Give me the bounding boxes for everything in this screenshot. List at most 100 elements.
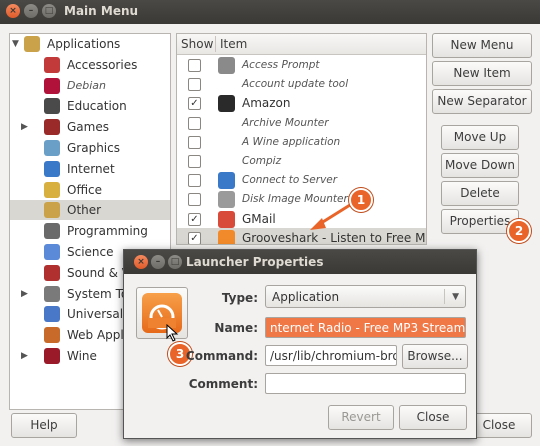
- item-icon: [218, 57, 235, 74]
- new-separator-button[interactable]: New Separator: [432, 89, 532, 114]
- move-up-button[interactable]: Move Up: [441, 125, 519, 150]
- category-item[interactable]: ▼ Applications: [10, 34, 170, 54]
- show-checkbox[interactable]: [188, 193, 201, 207]
- name-field[interactable]: nternet Radio - Free MP3 Streaming: [265, 317, 466, 338]
- item-label: Compiz: [242, 155, 282, 167]
- category-item[interactable]: Other: [10, 200, 170, 221]
- category-label: Applications: [47, 37, 121, 51]
- show-checkbox[interactable]: [188, 59, 201, 72]
- callout-badge-2: 2: [507, 219, 531, 243]
- list-item[interactable]: Compiz: [177, 151, 426, 172]
- category-item[interactable]: Graphics: [10, 138, 170, 158]
- expanded-arrow-icon[interactable]: ▼: [12, 34, 19, 54]
- category-icon: [44, 285, 60, 302]
- item-label: A Wine application: [242, 135, 341, 148]
- item-column-header[interactable]: Item: [220, 37, 247, 51]
- item-icon: [218, 210, 235, 228]
- chevron-down-icon: ▼: [452, 292, 459, 302]
- launcher-properties-dialog: × – □ Launcher Properties 3 Type: Applic…: [123, 249, 477, 439]
- item-label: GMail: [242, 211, 276, 226]
- category-label: Programming: [67, 224, 148, 239]
- item-label: Access Prompt: [242, 59, 320, 71]
- category-icon: [44, 327, 60, 344]
- category-icon: [44, 160, 60, 177]
- show-column-header[interactable]: Show: [181, 37, 213, 51]
- category-icon: [44, 264, 60, 281]
- category-icon: [44, 119, 60, 136]
- category-label: Education: [67, 99, 127, 114]
- expand-arrow-icon[interactable]: ▶: [21, 284, 28, 304]
- dialog-maximize-icon[interactable]: □: [168, 255, 182, 269]
- command-label: Command:: [185, 349, 258, 363]
- comment-field[interactable]: [265, 373, 466, 394]
- comment-label: Comment:: [188, 377, 258, 391]
- show-checkbox[interactable]: [188, 78, 201, 92]
- category-label: Other: [67, 203, 102, 218]
- delete-button[interactable]: Delete: [441, 181, 519, 206]
- category-item[interactable]: Accessories: [10, 55, 170, 75]
- category-item[interactable]: Programming: [10, 221, 170, 241]
- maximize-window-icon[interactable]: □: [42, 4, 56, 18]
- category-icon: [44, 77, 60, 94]
- category-label: Internet: [67, 161, 115, 176]
- list-item[interactable]: Access Prompt: [177, 55, 426, 76]
- category-label: Wine: [67, 349, 97, 363]
- show-checkbox[interactable]: ✓: [188, 231, 201, 244]
- list-item[interactable]: Account update tool: [177, 74, 426, 95]
- list-item[interactable]: Connect to Server: [177, 170, 426, 191]
- category-label: Science: [67, 245, 114, 259]
- show-checkbox[interactable]: [188, 116, 201, 130]
- callout-badge-1: 1: [349, 188, 373, 212]
- category-icon: [44, 140, 60, 156]
- category-label: Accessories: [67, 57, 138, 72]
- browse-button[interactable]: Browse...: [402, 344, 468, 369]
- move-down-button[interactable]: Move Down: [441, 153, 519, 178]
- category-item[interactable]: Education: [10, 96, 170, 116]
- item-label: Archive Mounter: [242, 116, 329, 129]
- expand-arrow-icon[interactable]: ▶: [21, 346, 28, 366]
- category-icon: [44, 244, 60, 260]
- item-icon: [218, 172, 235, 190]
- dialog-close-icon[interactable]: ×: [134, 255, 148, 269]
- show-checkbox[interactable]: ✓: [188, 212, 201, 226]
- new-item-button[interactable]: New Item: [432, 61, 532, 86]
- list-item[interactable]: Archive Mounter: [177, 113, 426, 134]
- category-item[interactable]: ▶ Games: [10, 117, 170, 137]
- category-icon: [44, 202, 60, 219]
- type-select[interactable]: Application ▼: [265, 285, 466, 308]
- item-icon: [218, 95, 235, 113]
- close-window-icon[interactable]: ×: [6, 4, 20, 18]
- list-item[interactable]: ✓ Amazon: [177, 93, 426, 114]
- category-item[interactable]: Office: [10, 180, 170, 200]
- new-menu-button[interactable]: New Menu: [432, 33, 532, 58]
- command-field[interactable]: /usr/lib/chromium-bro: [265, 345, 397, 366]
- item-label: Amazon: [242, 96, 291, 111]
- category-label: Office: [67, 182, 103, 197]
- item-label: Account update tool: [242, 78, 349, 91]
- dialog-minimize-icon[interactable]: –: [151, 255, 165, 269]
- expand-arrow-icon[interactable]: ▶: [21, 117, 28, 137]
- show-checkbox[interactable]: ✓: [188, 97, 201, 111]
- minimize-window-icon[interactable]: –: [24, 4, 38, 18]
- list-item[interactable]: A Wine application: [177, 132, 426, 153]
- item-icon: [218, 229, 235, 244]
- show-checkbox[interactable]: [188, 174, 201, 188]
- category-icon: [44, 56, 60, 73]
- show-checkbox[interactable]: [188, 155, 201, 168]
- help-button[interactable]: Help: [11, 413, 77, 438]
- category-icon: [44, 98, 60, 115]
- title-bar: × – □ Main Menu: [0, 0, 540, 24]
- category-icon: [44, 223, 60, 240]
- category-icon: [44, 348, 60, 364]
- category-icon: [44, 306, 60, 323]
- category-icon: [44, 181, 60, 198]
- revert-button[interactable]: Revert: [328, 405, 394, 430]
- dialog-title-bar: × – □ Launcher Properties: [124, 250, 476, 274]
- window-title: Main Menu: [64, 4, 139, 18]
- dialog-close-button[interactable]: Close: [399, 405, 467, 430]
- category-item[interactable]: Debian: [10, 76, 170, 96]
- type-label: Type:: [221, 291, 258, 305]
- show-checkbox[interactable]: [188, 135, 201, 149]
- category-label: Games: [67, 120, 109, 135]
- category-item[interactable]: Internet: [10, 159, 170, 179]
